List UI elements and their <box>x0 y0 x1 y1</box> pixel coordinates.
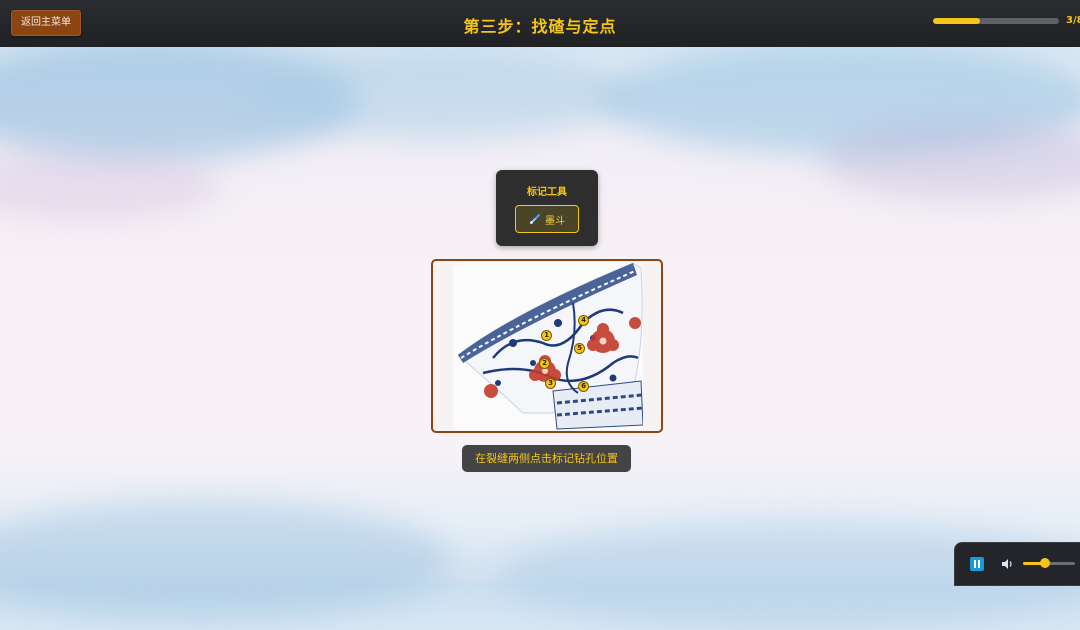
progress-bar <box>933 18 1059 24</box>
volume-slider-thumb[interactable] <box>1039 558 1050 568</box>
drill-marker-6[interactable]: 6 <box>578 381 589 392</box>
marking-tool-panel: 标记工具 墨斗 <box>496 170 598 246</box>
drill-marker-2[interactable]: 2 <box>539 358 550 369</box>
artifact-image-frame: 1 2 3 4 5 6 <box>431 259 663 433</box>
progress-fill <box>933 18 981 24</box>
drill-marker-5[interactable]: 5 <box>574 343 585 354</box>
tool-label: 墨斗 <box>545 215 565 227</box>
brush-icon <box>530 214 540 224</box>
drill-marker-3[interactable]: 3 <box>545 378 556 389</box>
pause-button[interactable] <box>970 557 984 571</box>
porcelain-bowl-image[interactable]: 1 2 3 4 5 6 <box>453 262 644 430</box>
instruction-hint: 在裂缝两侧点击标记钻孔位置 <box>462 445 631 472</box>
drill-marker-1[interactable]: 1 <box>541 330 552 341</box>
drill-marker-4[interactable]: 4 <box>578 315 589 326</box>
bowl-illustration <box>457 262 644 430</box>
progress-text: 3/8 <box>1066 15 1080 26</box>
tool-panel-title: 标记工具 <box>527 187 567 198</box>
volume-icon[interactable] <box>1000 557 1014 571</box>
top-bar: 返回主菜单 第三步：找碴与定点 3/8 <box>0 0 1080 47</box>
step-title: 第三步：找碴与定点 <box>463 17 617 36</box>
ink-marker-tool-button[interactable]: 墨斗 <box>515 205 579 233</box>
audio-controls <box>954 542 1080 586</box>
